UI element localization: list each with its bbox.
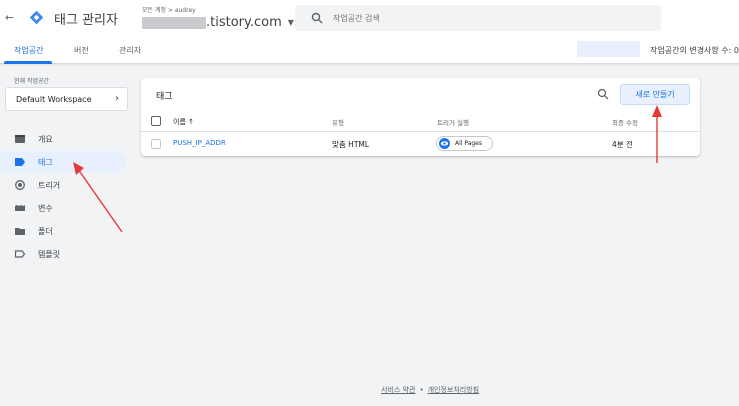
tab-bar: 작업공간 버전 관리자 작업공간의 변경사항 수: 0 [0,36,739,64]
column-header-name[interactable]: 이름 ↑ [173,117,194,127]
active-tab-indicator [4,61,52,64]
trigger-chip[interactable]: All Pages [436,136,493,151]
footer-separator: • [419,386,424,394]
table-header: 이름 ↑ 유형 트리거 실행 최종 수정 [141,111,700,132]
overview-icon [15,135,25,143]
tags-card: 태그 새로 만들기 이름 ↑ 유형 트리거 실행 최종 수정 PUSH_IP_A… [141,78,700,156]
tag-name-link[interactable]: PUSH_IP_ADDR [173,139,226,147]
sidebar-item-label: 변수 [38,203,53,213]
card-title: 태그 [156,92,173,102]
tab-versions[interactable]: 버전 [74,45,89,56]
column-header-type[interactable]: 유형 [332,117,344,127]
app-title: 태그 관리자 [54,13,118,28]
search-icon [311,12,323,24]
sidebar-item-label: 트리거 [38,180,61,190]
container-selector[interactable]: .tistory.com ▼ [142,15,294,30]
variable-icon [15,205,25,211]
last-modified: 4분 전 [612,140,633,149]
workspace-name: Default Workspace [16,94,92,104]
search-icon[interactable] [597,88,609,100]
folder-icon [15,228,25,235]
chevron-down-icon: ▼ [287,18,294,27]
new-tag-button[interactable]: 새로 만들기 [620,84,690,105]
sidebar-item-label: 템플릿 [38,249,61,259]
arrow-left-icon[interactable]: ← [5,11,14,24]
redacted-text [142,16,206,29]
top-bar: ← 태그 관리자 모든 계정 > audrey .tistory.com ▼ [0,0,739,36]
eye-icon [439,138,450,149]
gtm-logo [29,10,44,25]
column-header-trigger[interactable]: 트리거 실행 [437,117,469,127]
trigger-icon [15,180,25,190]
sidebar-item-label: 태그 [38,157,53,167]
tag-type: 맞춤 HTML [332,140,370,149]
privacy-link[interactable]: 개인정보처리방침 [428,386,480,394]
chevron-right-icon: › [115,93,119,104]
workspace-selector[interactable]: Default Workspace › [5,87,128,111]
sidebar-item-overview[interactable]: 개요 [0,128,126,150]
terms-link[interactable]: 서비스 약관 [381,386,415,394]
redacted-area [577,41,640,57]
search-input[interactable] [333,13,633,23]
template-icon [14,250,26,258]
sidebar-item-label: 개요 [38,134,53,144]
search-bar[interactable] [295,5,661,31]
account-breadcrumb[interactable]: 모든 계정 > audrey [142,5,196,14]
sidebar-item-tags[interactable]: 태그 [0,151,126,173]
sidebar-item-folders[interactable]: 폴더 [0,220,126,242]
row-checkbox[interactable] [151,139,161,149]
sidebar-item-label: 폴더 [38,226,53,236]
current-workspace-label: 현재 작업공간 [14,78,50,85]
sidebar-item-variables[interactable]: 변수 [0,197,126,219]
footer: 서비스 약관 • 개인정보처리방침 [381,385,479,395]
tab-workspace[interactable]: 작업공간 [14,45,43,56]
tag-icon [15,158,25,166]
container-domain: .tistory.com [206,15,282,30]
sidebar-item-triggers[interactable]: 트리거 [0,174,126,196]
tab-admin[interactable]: 관리자 [119,45,141,56]
sidebar-item-templates[interactable]: 템플릿 [0,243,126,265]
select-all-checkbox[interactable] [151,116,161,126]
workspace-changes-status: 작업공간의 변경사항 수: 0 [650,46,739,55]
table-row[interactable]: PUSH_IP_ADDR 맞춤 HTML All Pages 4분 전 [141,133,700,155]
column-header-modified[interactable]: 최종 수정 [612,117,638,127]
trigger-label: All Pages [455,140,482,147]
